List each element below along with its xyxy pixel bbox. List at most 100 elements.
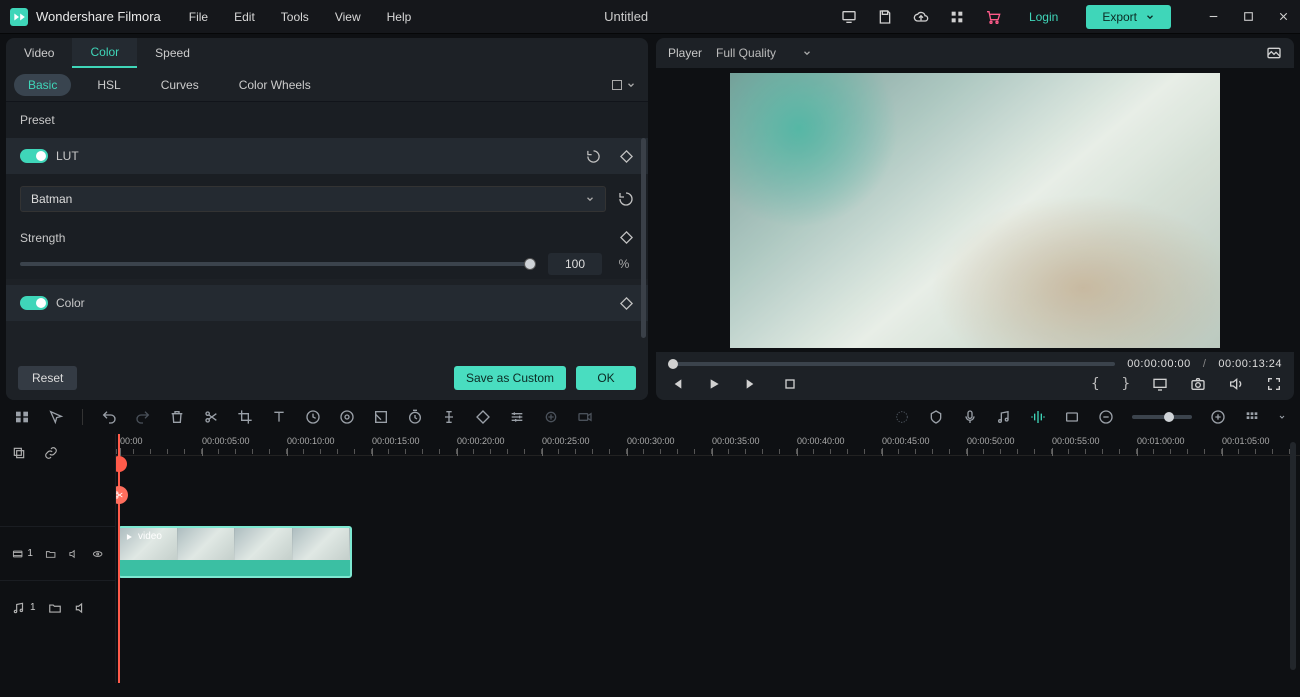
folder-icon[interactable] <box>45 547 56 561</box>
display-icon[interactable] <box>1152 376 1168 392</box>
maximize-icon[interactable] <box>1242 10 1255 23</box>
preset-section-header[interactable]: Preset <box>6 102 648 138</box>
tab-color[interactable]: Color <box>72 38 137 68</box>
ok-button[interactable]: OK <box>576 366 636 390</box>
chevron-down-icon[interactable] <box>1278 409 1286 425</box>
zoom-out-icon[interactable] <box>1098 409 1114 425</box>
cart-icon[interactable] <box>985 9 1001 25</box>
lut-dropdown[interactable]: Batman <box>20 186 606 212</box>
monitor-icon[interactable] <box>841 9 857 25</box>
mask-icon[interactable] <box>475 409 491 425</box>
subtab-color-wheels[interactable]: Color Wheels <box>225 74 325 96</box>
eye-icon[interactable] <box>92 547 103 561</box>
scrub-thumb[interactable] <box>668 359 678 369</box>
group-icon[interactable] <box>543 409 559 425</box>
login-button[interactable]: Login <box>1021 6 1066 28</box>
play-icon[interactable] <box>706 376 722 392</box>
slider-thumb[interactable] <box>524 258 536 270</box>
playhead-split-icon[interactable] <box>116 486 128 504</box>
lut-toggle[interactable] <box>20 149 48 163</box>
keyframe-icon[interactable] <box>619 149 634 164</box>
menu-edit[interactable]: Edit <box>234 10 255 24</box>
minimize-icon[interactable] <box>1207 10 1220 23</box>
chevron-down-icon <box>802 48 812 58</box>
zoom-in-icon[interactable] <box>1210 409 1226 425</box>
delete-icon[interactable] <box>169 409 185 425</box>
subtab-basic[interactable]: Basic <box>14 74 71 96</box>
camera-icon[interactable] <box>1190 376 1206 392</box>
audio-track-header: 1 <box>0 580 115 634</box>
menu-file[interactable]: File <box>189 10 208 24</box>
mute-icon[interactable] <box>74 601 88 615</box>
track-manager-icon[interactable] <box>14 409 30 425</box>
scrub-bar[interactable] <box>668 362 1115 366</box>
tab-video[interactable]: Video <box>6 38 72 68</box>
snapshot-icon[interactable] <box>1266 45 1282 61</box>
step-forward-icon[interactable] <box>744 376 760 392</box>
mark-in-icon[interactable]: { <box>1091 376 1099 392</box>
select-tool-icon[interactable] <box>48 409 64 425</box>
save-as-custom-button[interactable]: Save as Custom <box>454 366 566 390</box>
text-icon[interactable] <box>271 409 287 425</box>
redo-icon[interactable] <box>135 409 151 425</box>
reset-button[interactable]: Reset <box>18 366 77 390</box>
keyframe-tool-icon[interactable] <box>441 409 457 425</box>
zoom-thumb[interactable] <box>1164 412 1174 422</box>
quality-dropdown[interactable]: Full Quality <box>716 46 812 60</box>
timeline: 1 1 00:00 00:00:05:00 00:00:10:00 00:00:… <box>0 434 1300 683</box>
mic-icon[interactable] <box>962 409 978 425</box>
cloud-upload-icon[interactable] <box>913 9 929 25</box>
step-back-icon[interactable] <box>668 376 684 392</box>
menu-help[interactable]: Help <box>387 10 412 24</box>
copy-icon[interactable] <box>12 446 26 460</box>
save-icon[interactable] <box>877 9 893 25</box>
frame-icon[interactable] <box>1064 409 1080 425</box>
zoom-slider[interactable] <box>1132 415 1192 419</box>
time-ruler[interactable]: 00:00 00:00:05:00 00:00:10:00 00:00:15:0… <box>116 434 1300 456</box>
ruler-mark: 00:00:35:00 <box>712 436 760 446</box>
split-icon[interactable] <box>203 409 219 425</box>
timeline-scrollbar[interactable] <box>1290 442 1296 670</box>
undo-icon[interactable] <box>101 409 117 425</box>
fullscreen-icon[interactable] <box>1266 376 1282 392</box>
apps-grid-icon[interactable] <box>949 9 965 25</box>
adjust-icon[interactable] <box>509 409 525 425</box>
auto-beat-icon[interactable] <box>1030 409 1046 425</box>
keyframe-icon[interactable] <box>619 230 634 245</box>
strength-slider[interactable] <box>20 262 536 266</box>
panel-scrollbar[interactable] <box>641 138 646 338</box>
duration-icon[interactable] <box>407 409 423 425</box>
record-icon[interactable] <box>577 409 593 425</box>
color-tag-icon[interactable] <box>339 409 355 425</box>
close-icon[interactable] <box>1277 10 1290 23</box>
audio-mix-icon[interactable] <box>996 409 1012 425</box>
compare-toggle[interactable] <box>612 80 636 90</box>
timeline-clip[interactable]: video <box>118 526 352 578</box>
mute-icon[interactable] <box>68 547 79 561</box>
view-mode-icon[interactable] <box>1244 409 1260 425</box>
timecode-sep: / <box>1203 358 1207 370</box>
playhead[interactable] <box>118 434 120 683</box>
lut-reset-icon[interactable] <box>618 191 634 207</box>
link-icon[interactable] <box>44 446 58 460</box>
mark-out-icon[interactable]: } <box>1122 376 1130 392</box>
subtab-curves[interactable]: Curves <box>147 74 213 96</box>
tab-speed[interactable]: Speed <box>137 38 208 68</box>
color-toggle[interactable] <box>20 296 48 310</box>
render-icon[interactable] <box>894 409 910 425</box>
volume-icon[interactable] <box>1228 376 1244 392</box>
strength-value[interactable]: 100 <box>548 253 602 275</box>
menu-view[interactable]: View <box>335 10 361 24</box>
menu-tools[interactable]: Tools <box>281 10 309 24</box>
speed-icon[interactable] <box>305 409 321 425</box>
marker-icon[interactable] <box>928 409 944 425</box>
stop-icon[interactable] <box>782 376 798 392</box>
subtab-hsl[interactable]: HSL <box>83 74 134 96</box>
keyframe-icon[interactable] <box>619 296 634 311</box>
timeline-tracks[interactable]: 00:00 00:00:05:00 00:00:10:00 00:00:15:0… <box>116 434 1300 683</box>
export-button[interactable]: Export <box>1086 5 1171 29</box>
reset-icon[interactable] <box>586 149 601 164</box>
folder-icon[interactable] <box>48 601 62 615</box>
greenscreen-icon[interactable] <box>373 409 389 425</box>
crop-icon[interactable] <box>237 409 253 425</box>
